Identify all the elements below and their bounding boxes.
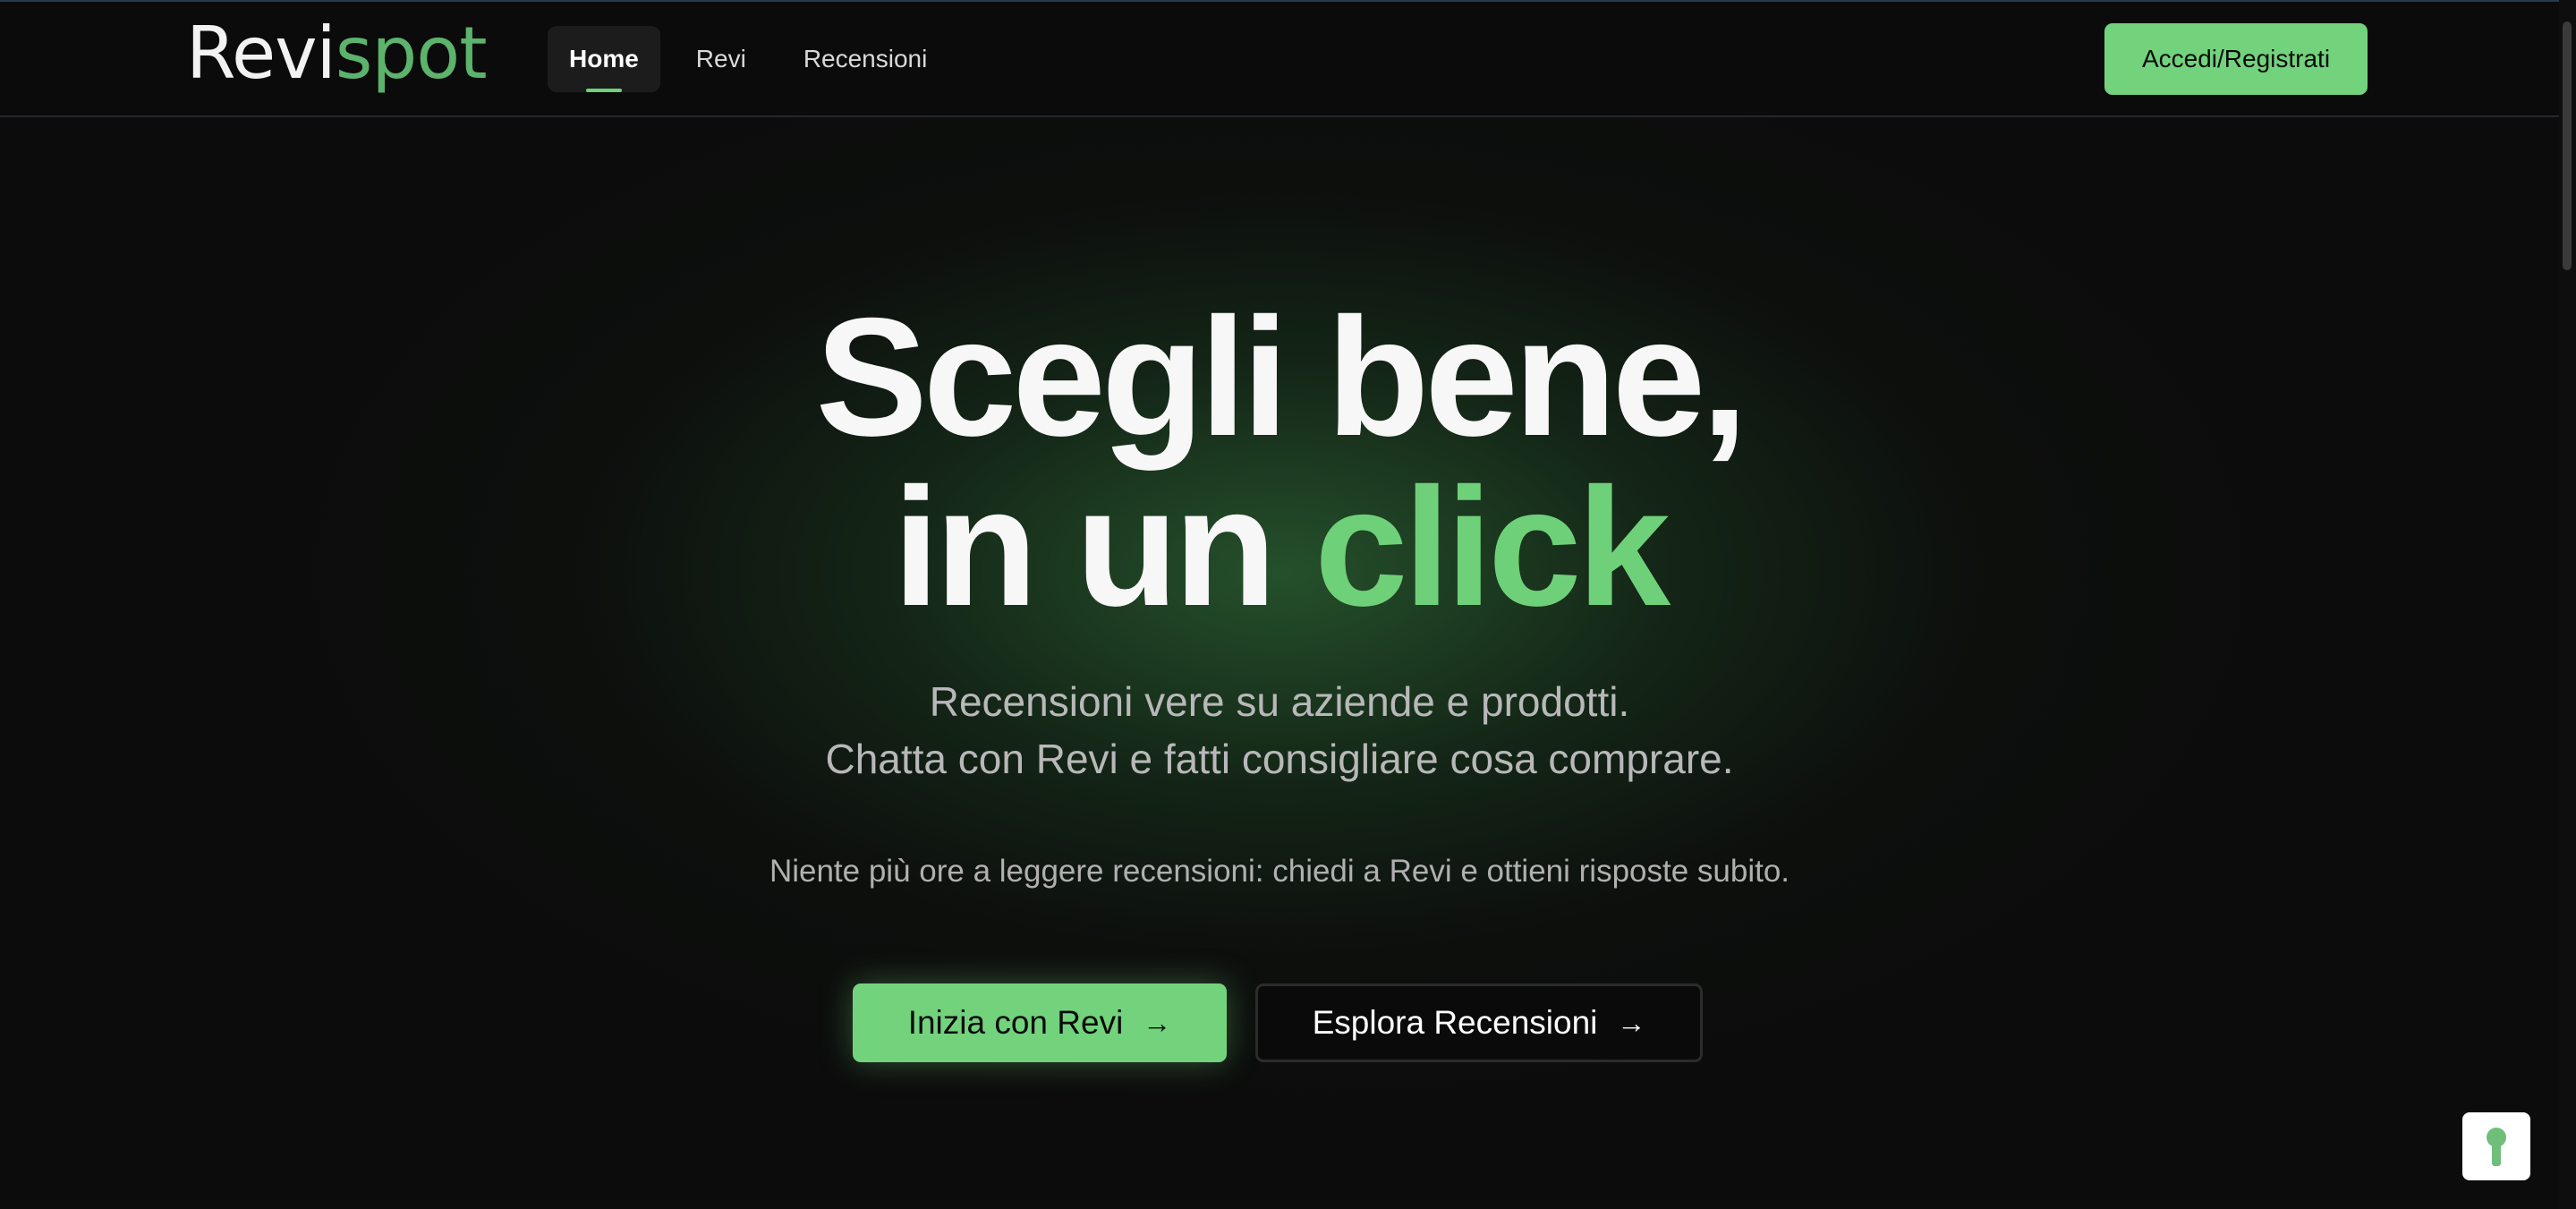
hero-title: Scegli bene, in un click xyxy=(0,292,2559,632)
scrollbar-thumb[interactable] xyxy=(2563,21,2572,270)
arrow-right-icon: → xyxy=(1143,1006,1172,1039)
hero-title-line1: Scegli bene, xyxy=(815,283,1747,471)
explore-reviews-label: Esplora Recensioni xyxy=(1312,1004,1598,1041)
page: Revi spot Home Revi Recensioni Accedi/Reg… xyxy=(0,0,2576,1209)
nav-item-home[interactable]: Home xyxy=(548,26,660,92)
arrow-right-icon: → xyxy=(1617,1006,1646,1039)
start-with-revi-button[interactable]: Inizia con Revi → xyxy=(853,983,1227,1062)
hero-subtitle-line1: Recensioni vere su aziende e prodotti. xyxy=(929,678,1630,725)
login-register-button[interactable]: Accedi/Registrati xyxy=(2104,23,2368,95)
start-with-revi-label: Inizia con Revi xyxy=(907,1004,1124,1041)
logo-text-spot: spot xyxy=(335,12,488,95)
main-nav: Home Revi Recensioni xyxy=(548,26,963,92)
hero-title-line2-prefix: in un xyxy=(892,453,1315,641)
hero-subtitle: Recensioni vere su aziende e prodotti. C… xyxy=(0,673,2559,788)
navbar: Revi spot Home Revi Recensioni Accedi/Reg… xyxy=(0,2,2559,117)
hero-subtitle-line2: Chatta con Revi e fatti consigliare cosa… xyxy=(825,736,1734,782)
keyhole-icon xyxy=(2487,1128,2506,1166)
nav-item-revi[interactable]: Revi xyxy=(675,26,768,92)
cookie-settings-button[interactable] xyxy=(2462,1112,2530,1180)
explore-reviews-button[interactable]: Esplora Recensioni → xyxy=(1255,983,1703,1062)
revispot-logo[interactable]: Revi spot xyxy=(186,9,488,98)
nav-item-recensioni[interactable]: Recensioni xyxy=(782,26,949,92)
hero-title-accent: click xyxy=(1314,453,1671,641)
vertical-scrollbar[interactable] xyxy=(2559,0,2576,1209)
hero-tagline: Niente più ore a leggere recensioni: chi… xyxy=(769,854,1790,889)
logo-text-revi: Revi xyxy=(186,12,336,95)
